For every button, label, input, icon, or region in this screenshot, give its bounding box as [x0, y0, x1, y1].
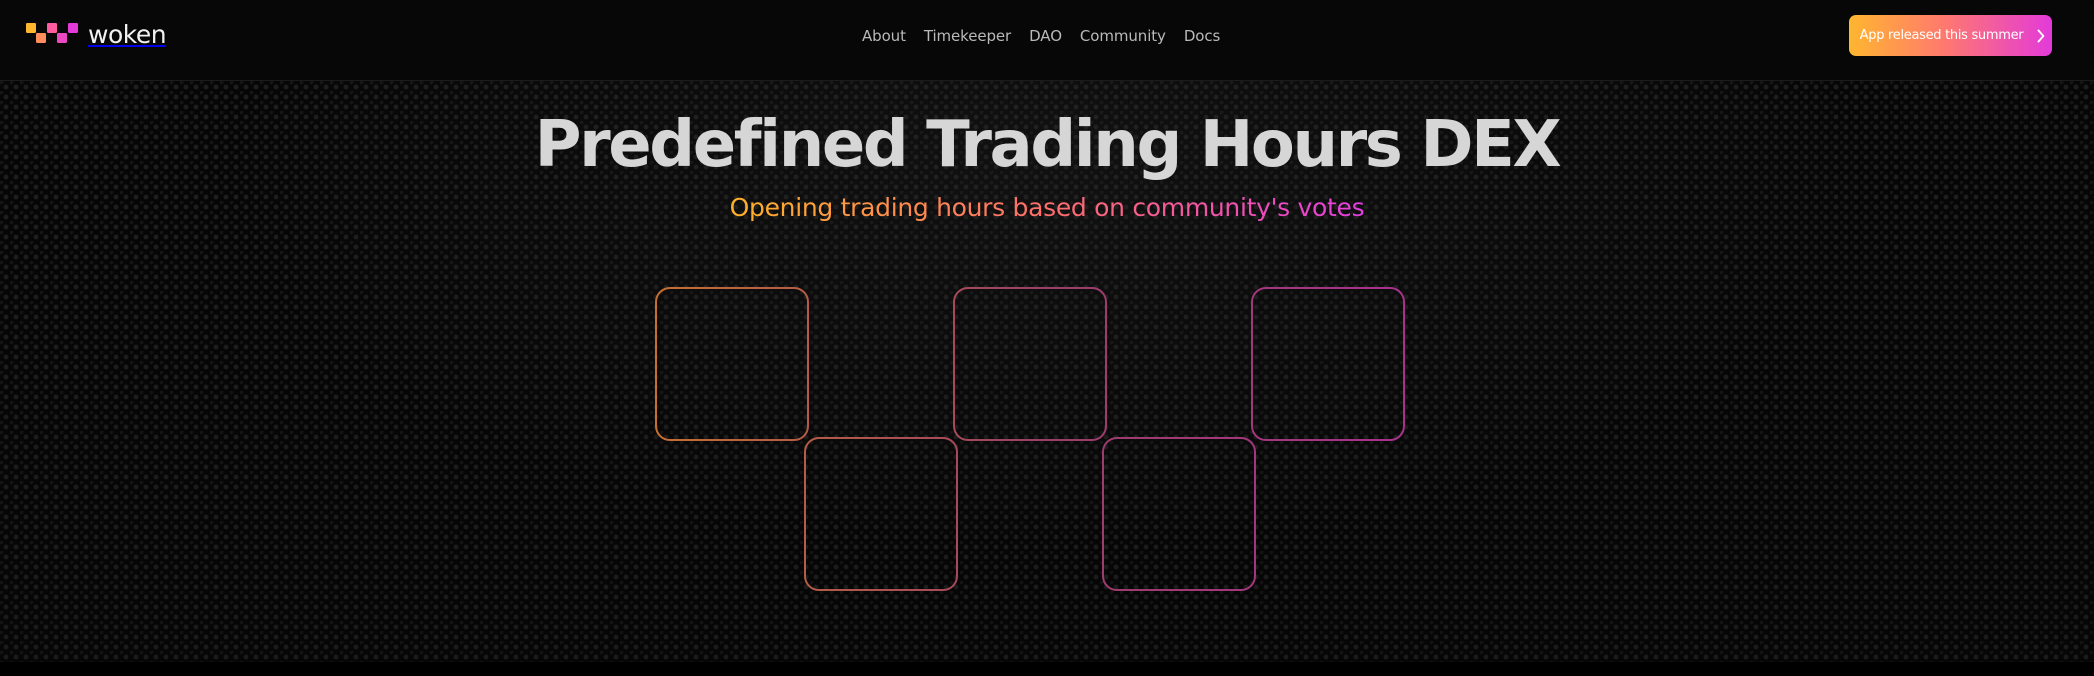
checker-cell [1251, 287, 1405, 441]
nav-item-timekeeper[interactable]: Timekeeper [924, 28, 1011, 44]
app-release-button[interactable]: App released this summer [1849, 15, 2052, 56]
brand-name: woken [88, 19, 167, 49]
page: woken About Timekeeper DAO Community Doc… [0, 0, 2094, 676]
hero-subtitle-text: Opening trading hours based on community… [729, 193, 1365, 222]
checker-cell [1102, 437, 1256, 591]
hero-subtitle: Opening trading hours based on community… [0, 194, 2094, 222]
main-navigation: About Timekeeper DAO Community Docs [862, 24, 1220, 48]
app-release-button-label: App released this summer [1859, 28, 2024, 43]
nav-item-docs[interactable]: Docs [1184, 28, 1220, 44]
top-navigation-bar: woken About Timekeeper DAO Community Doc… [0, 0, 2094, 81]
chevron-right-icon [2037, 29, 2045, 42]
brand-home-link[interactable]: woken [26, 19, 167, 51]
nav-item-about[interactable]: About [862, 28, 906, 44]
checker-cell [953, 287, 1107, 441]
hero-title: Predefined Trading Hours DEX [534, 108, 1562, 182]
page-bottom-edge [0, 662, 2094, 676]
checker-cell [804, 437, 958, 591]
nav-item-community[interactable]: Community [1080, 28, 1166, 44]
checker-cell [655, 287, 809, 441]
nav-item-dao[interactable]: DAO [1029, 28, 1062, 44]
checkerboard-outline-icon [655, 287, 1405, 591]
hero-section: Predefined Trading Hours DEX Opening tra… [0, 81, 2094, 662]
woken-logo-icon [26, 23, 78, 43]
